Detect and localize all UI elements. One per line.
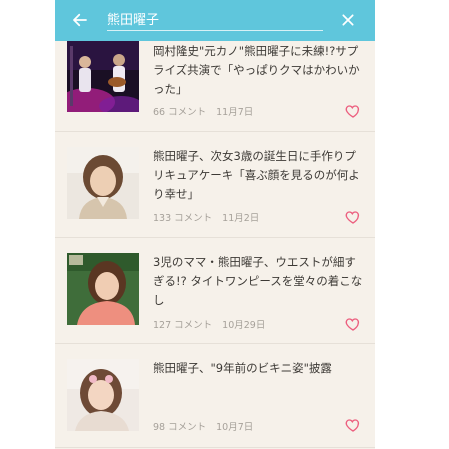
search-field: [107, 6, 323, 34]
close-icon: [342, 14, 354, 26]
heart-icon[interactable]: [345, 417, 361, 433]
article-meta: 98 コメント 10月7日: [153, 419, 253, 433]
article-thumbnail: [67, 40, 139, 112]
search-input[interactable]: [107, 6, 323, 31]
article-meta: 133 コメント 11月2日: [153, 210, 259, 224]
comment-count: 133 コメント: [153, 213, 213, 224]
article-date: 11月7日: [216, 107, 254, 118]
article-thumbnail: [67, 147, 139, 219]
search-app-bar: [55, 0, 375, 41]
article-thumbnail: [67, 253, 139, 325]
arrow-left-icon: [73, 13, 87, 27]
article-date: 10月7日: [216, 422, 254, 433]
list-item[interactable]: 熊田曜子、次女3歳の誕生日に手作りプリキュアケーキ「喜ぶ顔を見るのが何より幸せ」…: [55, 131, 375, 238]
comment-count: 98 コメント: [153, 422, 207, 433]
heart-icon[interactable]: [345, 316, 361, 332]
article-date: 11月2日: [222, 213, 260, 224]
article-meta: 66 コメント 11月7日: [153, 104, 253, 118]
heart-icon[interactable]: [345, 103, 361, 119]
article-title: 熊田曜子、次女3歳の誕生日に手作りプリキュアケーキ「喜ぶ顔を見るのが何より幸せ」: [153, 149, 360, 201]
article-title: 岡村隆史"元カノ"熊田曜子に未練!?サプライズ共演で「やっぱりクマはかわいかった…: [153, 44, 360, 96]
search-results-screen: 岡村隆史"元カノ"熊田曜子に未練!?サプライズ共演で「やっぱりクマはかわいかった…: [55, 0, 375, 449]
list-item[interactable]: 3児のママ・熊田曜子、ウエストが細すぎる!? タイトワンピースを堂々の着こなし …: [55, 237, 375, 344]
article-thumbnail: [67, 359, 139, 431]
heart-icon[interactable]: [345, 209, 361, 225]
article-title: 3児のママ・熊田曜子、ウエストが細すぎる!? タイトワンピースを堂々の着こなし: [153, 255, 363, 307]
comment-count: 127 コメント: [153, 320, 213, 331]
article-date: 10月29日: [222, 320, 266, 331]
clear-search-button[interactable]: [335, 7, 361, 33]
comment-count: 66 コメント: [153, 107, 207, 118]
back-button[interactable]: [67, 7, 93, 33]
article-title: 熊田曜子、"9年前のビキニ姿"披露: [153, 361, 332, 375]
list-item[interactable]: 熊田曜子、"9年前のビキニ姿"披露 98 コメント 10月7日: [55, 343, 375, 448]
article-meta: 127 コメント 10月29日: [153, 317, 265, 331]
